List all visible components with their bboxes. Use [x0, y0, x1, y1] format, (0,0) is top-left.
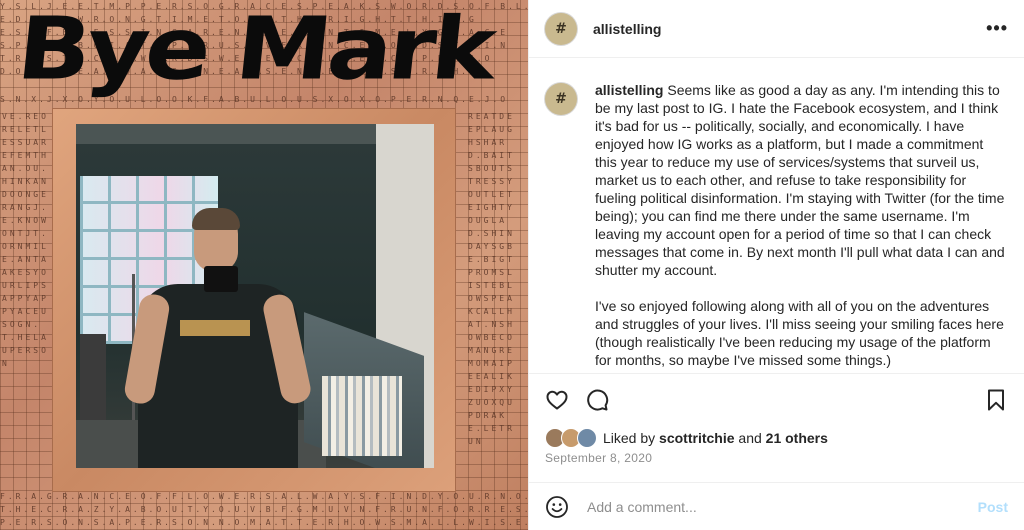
action-bar	[529, 373, 1024, 425]
phone	[204, 266, 238, 292]
username-link[interactable]: allistelling	[593, 21, 661, 37]
avatar[interactable]: #	[545, 12, 577, 45]
post-button[interactable]: Post	[978, 499, 1008, 515]
likes-summary: Liked by scottritchie and 21 others	[545, 428, 828, 448]
liker-avatars[interactable]	[545, 428, 597, 448]
mirror-reflection	[76, 124, 434, 468]
post-side-panel: # allistelling ••• # allistelling Seems …	[528, 0, 1024, 530]
handwritten-title: Bye Mark	[12, 0, 498, 100]
post-date[interactable]: September 8, 2020	[545, 451, 652, 465]
caption-text: Seems like as good a day as any. I'm int…	[595, 82, 1005, 278]
instagram-post: Y.S.L.J.E.E.T.M.P.P.E.R.S.O.G.R.A.C.E.S.…	[0, 0, 1024, 530]
bookmark-icon[interactable]	[984, 388, 1008, 412]
more-options-icon[interactable]: •••	[986, 18, 1008, 39]
post-header: # allistelling •••	[529, 0, 1024, 58]
tile-row: P.E.R.S.O.N.S.A.P.E.R.S.O.N.N.O.M.A.T.T.…	[0, 518, 528, 527]
likes-conjunction: and	[738, 430, 762, 446]
caption-paragraph: allistelling Seems like as good a day as…	[595, 81, 1008, 279]
avatar[interactable]: #	[545, 83, 577, 115]
caption-username[interactable]: allistelling	[595, 82, 663, 98]
avatar-glyph: #	[555, 20, 567, 37]
caption: allistelling Seems like as good a day as…	[595, 81, 1008, 373]
comment-bar: Post	[529, 482, 1024, 530]
books	[322, 376, 402, 456]
comment-bubble-icon[interactable]	[585, 388, 609, 412]
comment-input[interactable]	[585, 497, 978, 516]
others-link[interactable]: 21 others	[766, 430, 828, 446]
liker-avatar	[577, 428, 597, 448]
shirt-stripe	[180, 320, 250, 336]
post-image[interactable]: Y.S.L.J.E.E.T.M.P.P.E.R.S.O.G.R.A.C.E.S.…	[0, 0, 528, 530]
caption-area: # allistelling Seems like as good a day …	[529, 59, 1024, 373]
person-hair	[192, 208, 240, 230]
heart-icon[interactable]	[545, 388, 569, 412]
avatar-glyph: #	[555, 91, 567, 107]
tile-column-left: VE.REORELETLESSUAREFEMTHAN.OU.HINKANDOON…	[2, 112, 49, 368]
tile-column-right: REATDEEPLAUGHSHARD.BAITSBOUTSTRESSYOUTLE…	[468, 112, 515, 446]
likes-prefix: Liked by	[603, 430, 656, 446]
caption-paragraph: I've so enjoyed following along with all…	[595, 298, 1004, 368]
emoji-icon[interactable]	[545, 495, 569, 519]
tile-row: T.H.E.C.R.A.Z.Y.A.B.O.U.T.Y.O.U.V.B.F.G.…	[0, 505, 528, 514]
first-liker-link[interactable]: scottritchie	[659, 430, 734, 446]
